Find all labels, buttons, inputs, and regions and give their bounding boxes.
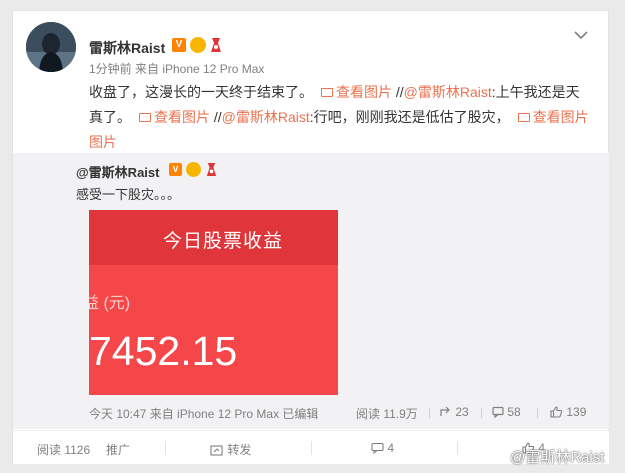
post-text: 收盘了，这漫长的一天终于结束了。 查看图片 //@雷斯林Raist:上午我还是天真… <box>89 80 599 155</box>
chevron-down-icon[interactable] <box>574 30 588 40</box>
view-image-label: 查看图片 <box>532 109 589 125</box>
verified-icon: V <box>169 163 182 176</box>
image-icon <box>321 88 333 97</box>
comment-count: 4 <box>387 441 395 455</box>
comment-icon <box>492 406 504 418</box>
divider: | <box>536 405 540 419</box>
read-count: 阅读 1126 <box>37 443 91 457</box>
share-icon <box>440 406 450 416</box>
image-icon <box>517 113 530 122</box>
divider <box>311 441 312 455</box>
post-meta: 1分钟前 来自 iPhone 12 Pro Max <box>89 62 265 76</box>
event-badge-icon[interactable] <box>205 162 218 177</box>
mention-link[interactable]: @雷斯林Raist <box>222 109 310 125</box>
stock-screenshot-image[interactable]: 今日股票收益 益 (元) 7452.15 <box>89 210 338 395</box>
view-image-link[interactable]: 查看图片 <box>510 109 589 125</box>
view-image-link[interactable]: 查看图片 <box>131 109 210 125</box>
forward-label: 转发 <box>227 443 252 457</box>
repost-like-button[interactable]: 139 <box>550 405 586 419</box>
forward-button[interactable]: 转发 <box>210 441 251 458</box>
repost-like-count: 139 <box>566 405 587 419</box>
post-text-part: :行吧，刚刚我还是低估了股灾， <box>309 109 510 125</box>
divider: | <box>428 405 432 419</box>
comment-button[interactable]: 4 <box>371 441 394 455</box>
member-badge-icon[interactable] <box>190 37 206 53</box>
forward-icon <box>210 445 223 456</box>
view-image-link-tail[interactable]: 图片 <box>89 134 117 150</box>
separator: // <box>392 84 404 100</box>
divider <box>457 441 458 455</box>
separator: // <box>210 109 222 125</box>
image-icon <box>139 113 151 122</box>
view-image-label: 查看图片 <box>154 109 210 125</box>
view-image-label: 查看图片 <box>336 84 392 100</box>
divider: | <box>480 405 484 419</box>
post-text-part: :上午我还是天 <box>491 84 580 100</box>
mention-link[interactable]: @雷斯林Raist <box>404 84 492 100</box>
post-text-part: 真了。 <box>89 109 131 125</box>
comment-icon <box>371 442 384 454</box>
watermark: @雷斯林Raist <box>510 449 605 466</box>
member-badge-icon[interactable] <box>186 162 201 177</box>
avatar[interactable] <box>26 22 76 72</box>
repost-comment-count: 58 <box>507 405 521 419</box>
view-image-link[interactable]: 查看图片 <box>313 84 392 100</box>
divider <box>165 441 166 455</box>
repost-meta: 今天 10:47 来自 iPhone 12 Pro Max 已编辑 <box>89 407 319 421</box>
post-text-part: 收盘了，这漫长的一天终于结束了。 <box>89 84 313 100</box>
thumbs-up-icon <box>550 406 563 418</box>
stock-image-label: 益 (元) <box>89 295 131 312</box>
stock-image-value: 7452.15 <box>89 328 238 374</box>
event-badge-icon[interactable] <box>209 37 223 53</box>
repost-text: 感受一下股灾。。。 <box>76 187 181 202</box>
promote-button[interactable]: 推广 <box>106 441 130 458</box>
repost-share-button[interactable]: 23 <box>440 405 469 419</box>
verified-icon: V <box>172 38 186 52</box>
repost-comment-button[interactable]: 58 <box>492 405 521 419</box>
repost-read-count: 阅读 11.9万 <box>356 407 418 421</box>
username[interactable]: 雷斯林Raist <box>89 38 165 58</box>
stock-image-title: 今日股票收益 <box>163 231 284 252</box>
repost-share-count: 23 <box>455 405 469 419</box>
repost-username[interactable]: @雷斯林Raist <box>76 162 159 181</box>
